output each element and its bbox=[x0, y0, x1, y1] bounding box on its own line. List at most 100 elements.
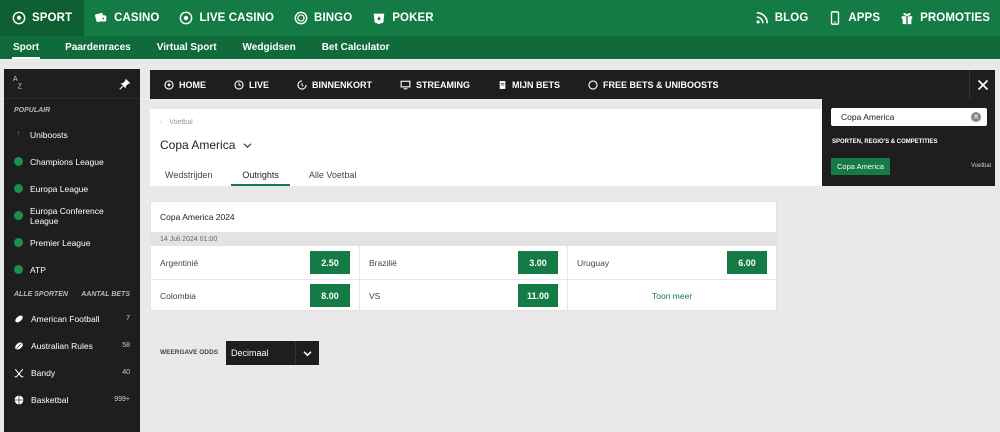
mainbar-free-bets-label: Free Bets & Uniboosts bbox=[603, 79, 719, 90]
topnav-bingo-label: Bingo bbox=[314, 12, 353, 24]
odds-button[interactable]: 3.00 bbox=[518, 251, 558, 274]
tab-wedstrijden[interactable]: Wedstrijden bbox=[150, 163, 227, 186]
clear-search-icon[interactable]: ✕ bbox=[971, 112, 981, 122]
selection-name: Colombia bbox=[160, 291, 196, 301]
competition-header: ‹ Voetbal Copa America Wedstrijden Outri… bbox=[150, 109, 822, 186]
topnav-casino[interactable]: Casino bbox=[84, 0, 169, 36]
basketball-icon bbox=[14, 395, 24, 405]
subnav-sport[interactable]: Sport bbox=[0, 36, 52, 59]
sidebar-item-uniboosts[interactable]: ↑ Uniboosts bbox=[4, 121, 140, 148]
search-input[interactable]: Copa America ✕ bbox=[831, 108, 987, 126]
odds-format-label: Weergave odds bbox=[160, 349, 219, 356]
sidebar-item-europa-league[interactable]: Europa League bbox=[4, 175, 140, 202]
sort-az-icon[interactable]: AZ bbox=[13, 76, 22, 90]
topnav-poker[interactable]: Poker bbox=[362, 0, 443, 36]
topnav-live-casino-label: Live Casino bbox=[199, 12, 275, 24]
topnav-live-casino[interactable]: Live Casino bbox=[169, 0, 284, 36]
globe-icon bbox=[14, 211, 23, 220]
bet-count: 7 bbox=[126, 315, 130, 322]
selection-name: Argentinië bbox=[160, 258, 199, 268]
roulette-icon bbox=[180, 11, 193, 25]
search-result-item[interactable]: Copa America bbox=[831, 158, 891, 175]
sidebar-item-bandy[interactable]: Bandy 40 bbox=[4, 359, 140, 386]
subnav-paardenraces[interactable]: Paardenraces bbox=[52, 36, 144, 59]
page-title[interactable]: Copa America bbox=[160, 138, 252, 152]
sidebar-item-europa-conference-league[interactable]: Europa Conference League bbox=[4, 202, 140, 229]
mainbar-binnenkort-label: Binnenkort bbox=[312, 79, 373, 90]
top-navigation: Sport Casino Live Casino Bingo Poker Blo… bbox=[0, 0, 1000, 36]
mainbar-mijn-bets[interactable]: Mijn Bets bbox=[484, 80, 574, 90]
search-panel: Copa America ✕ Sporten, regio's & compet… bbox=[822, 99, 995, 186]
popular-heading: Populair bbox=[4, 99, 140, 121]
odds-button[interactable]: 2.50 bbox=[310, 251, 350, 274]
breadcrumb[interactable]: ‹ Voetbal bbox=[160, 119, 193, 126]
sidebar-item-label: American Football bbox=[31, 313, 100, 324]
sidebar-item-atp[interactable]: ATP bbox=[4, 256, 140, 283]
breadcrumb-label: Voetbal bbox=[169, 119, 193, 126]
sidebar-item-champions-league[interactable]: Champions League bbox=[4, 148, 140, 175]
betslip-icon bbox=[499, 80, 506, 89]
tab-outrights[interactable]: Outrights bbox=[227, 163, 294, 186]
market-title: Copa America 2024 bbox=[160, 212, 235, 222]
topnav-right-group: Blog Apps Promoties bbox=[745, 0, 1000, 36]
sidebar-item-basketbal[interactable]: Basketbal 999+ bbox=[4, 386, 140, 413]
mainbar-home[interactable]: Home bbox=[150, 80, 220, 90]
sidebar-item-american-football[interactable]: American Football 7 bbox=[4, 305, 140, 332]
mainbar-live[interactable]: Live bbox=[220, 80, 283, 90]
subnav-wedgidsen[interactable]: Wedgidsen bbox=[230, 36, 309, 59]
topnav-apps-label: Apps bbox=[848, 12, 881, 24]
topnav-promoties[interactable]: Promoties bbox=[890, 0, 1000, 36]
event-date: 14 Juli 2024 01:00 bbox=[151, 232, 777, 246]
sidebar-item-label: Premier League bbox=[30, 237, 91, 248]
odds-button[interactable]: 6.00 bbox=[727, 251, 767, 274]
topnav-sport-label: Sport bbox=[32, 12, 73, 24]
globe-icon bbox=[14, 157, 23, 166]
selection-name: Uruguay bbox=[577, 258, 610, 268]
pin-icon[interactable] bbox=[119, 78, 131, 90]
bet-count: 999+ bbox=[114, 396, 130, 403]
rugby-ball-icon bbox=[14, 341, 24, 351]
globe-icon bbox=[14, 238, 23, 247]
odds-button[interactable]: 8.00 bbox=[310, 284, 350, 307]
subnav-bet-calculator[interactable]: Bet Calculator bbox=[309, 36, 403, 59]
search-results-heading: Sporten, regio's & competities bbox=[832, 139, 938, 145]
mainbar-binnenkort[interactable]: Binnenkort bbox=[283, 80, 386, 90]
popular-heading-label: Populair bbox=[14, 106, 51, 114]
sub-navigation: Sport Paardenraces Virtual Sport Wedgids… bbox=[0, 36, 1000, 59]
phone-icon bbox=[831, 11, 840, 25]
odds-format-select[interactable]: Decimaal bbox=[226, 341, 319, 365]
topnav-sport[interactable]: Sport bbox=[0, 0, 85, 36]
topnav-casino-label: Casino bbox=[114, 12, 160, 24]
sidebar-item-premier-league[interactable]: Premier League bbox=[4, 229, 140, 256]
show-more-link[interactable]: Toon meer bbox=[652, 291, 692, 301]
chevron-down-icon bbox=[295, 341, 319, 365]
sports-sidebar: AZ Populair ↑ Uniboosts Champions League… bbox=[4, 69, 140, 432]
close-search-button[interactable] bbox=[969, 70, 995, 99]
topnav-blog[interactable]: Blog bbox=[745, 0, 819, 36]
topnav-apps[interactable]: Apps bbox=[818, 0, 890, 36]
tab-alle-voetbal[interactable]: Alle Voetbal bbox=[294, 163, 372, 186]
mainbar-home-label: Home bbox=[179, 79, 206, 90]
sidebar-item-australian-rules[interactable]: Australian Rules 58 bbox=[4, 332, 140, 359]
sidebar-item-label: Europa League bbox=[30, 183, 89, 194]
timer-icon bbox=[297, 79, 307, 90]
topnav-bingo[interactable]: Bingo bbox=[284, 0, 362, 36]
topnav-poker-label: Poker bbox=[392, 12, 434, 24]
back-chevron-icon[interactable]: ‹ bbox=[160, 119, 162, 126]
sportsbook-navigation: Home Live Binnenkort Streaming Mijn Bets… bbox=[150, 70, 995, 99]
mainbar-free-bets[interactable]: Free Bets & Uniboosts bbox=[574, 80, 733, 90]
bingo-ball-icon bbox=[294, 11, 308, 25]
selection-name: VS bbox=[369, 291, 381, 301]
odds-button[interactable]: 11.00 bbox=[518, 284, 558, 307]
bandy-sticks-icon bbox=[14, 368, 24, 378]
all-sports-heading-label: Alle sporten bbox=[14, 290, 68, 298]
chevron-down-icon bbox=[243, 143, 252, 149]
row-divider bbox=[151, 279, 777, 280]
mainbar-streaming-label: Streaming bbox=[416, 79, 471, 90]
subnav-virtual-sport[interactable]: Virtual Sport bbox=[144, 36, 230, 59]
topnav-promoties-label: Promoties bbox=[920, 12, 990, 24]
mainbar-streaming[interactable]: Streaming bbox=[386, 80, 484, 90]
sidebar-header: AZ bbox=[4, 69, 140, 99]
bet-count-heading-label: Aantal bets bbox=[81, 290, 130, 298]
sidebar-item-label: Australian Rules bbox=[31, 340, 93, 351]
